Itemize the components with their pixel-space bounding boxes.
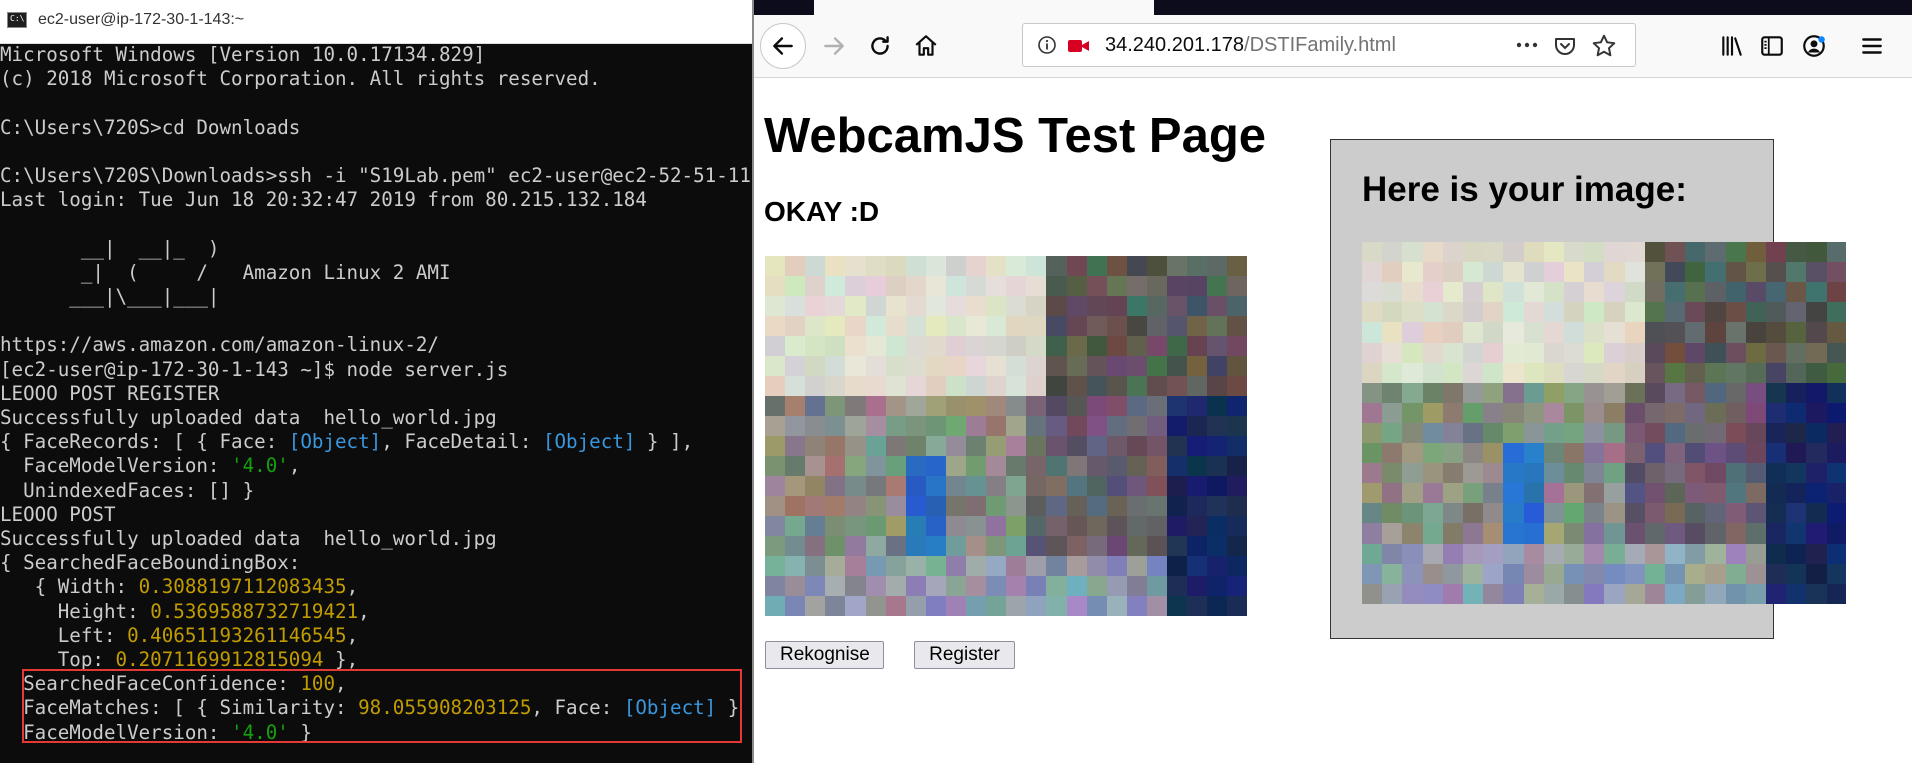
hamburger-menu-icon xyxy=(1859,33,1885,59)
terminal-line: Last login: Tue Jun 18 20:32:47 2019 fro… xyxy=(0,188,647,212)
home-icon xyxy=(913,33,939,59)
register-button[interactable]: Register xyxy=(914,641,1015,669)
forward-button[interactable] xyxy=(814,26,854,66)
terminal-line: Height: 0.5369588732719421, xyxy=(0,600,370,624)
info-icon[interactable] xyxy=(1037,35,1057,55)
url-text[interactable]: 34.240.201.178/DSTIFamily.html xyxy=(1105,34,1396,57)
terminal-line: Successfully uploaded data hello_world.j… xyxy=(0,406,497,430)
url-path: /DSTIFamily.html xyxy=(1244,34,1396,56)
terminal-line: { Width: 0.3088197112083435, xyxy=(0,575,358,599)
browser-window[interactable]: 34.240.201.178/DSTIFamily.html WebcamJS … xyxy=(754,0,1912,763)
terminal-output[interactable]: Microsoft Windows [Version 10.0.17134.82… xyxy=(0,43,752,763)
terminal-line: UnindexedFaces: [] } xyxy=(0,479,254,503)
terminal-window[interactable]: C:\ ec2-user@ip-172-30-1-143:~ Microsoft… xyxy=(0,0,752,763)
url-bar[interactable]: 34.240.201.178/DSTIFamily.html xyxy=(1022,23,1636,67)
terminal-titlebar[interactable]: C:\ ec2-user@ip-172-30-1-143:~ xyxy=(0,0,752,44)
back-button[interactable] xyxy=(760,23,806,69)
cmd-icon: C:\ xyxy=(7,12,27,28)
page-title: WebcamJS Test Page xyxy=(764,108,1266,164)
tab-strip xyxy=(754,0,1912,15)
pocket-icon[interactable] xyxy=(1553,34,1577,58)
terminal-line: Successfully uploaded data hello_world.j… xyxy=(0,527,497,551)
result-title: Here is your image: xyxy=(1362,170,1687,210)
active-tab[interactable] xyxy=(814,0,1154,15)
navigation-toolbar: 34.240.201.178/DSTIFamily.html xyxy=(754,15,1912,78)
url-host: 34.240.201.178 xyxy=(1105,34,1244,56)
terminal-line: _| ( / Amazon Linux 2 AMI xyxy=(0,261,451,285)
result-panel: Here is your image: xyxy=(1330,139,1774,639)
arrow-right-icon xyxy=(821,33,847,59)
match-result-highlight xyxy=(22,669,742,743)
menu-button[interactable] xyxy=(1852,26,1892,66)
camera-icon[interactable] xyxy=(1067,36,1091,56)
terminal-title: ec2-user@ip-172-30-1-143:~ xyxy=(38,11,244,29)
terminal-line: ___|\___|___| xyxy=(0,285,220,309)
status-text: OKAY :D xyxy=(764,196,879,228)
reload-icon xyxy=(867,33,893,59)
terminal-line: { SearchedFaceBoundingBox: xyxy=(0,551,300,575)
account-icon xyxy=(1801,33,1827,59)
captured-image xyxy=(1362,242,1846,604)
library-icon xyxy=(1719,33,1745,59)
terminal-line: [ec2-user@ip-172-30-1-143 ~]$ node serve… xyxy=(0,358,508,382)
account-button[interactable] xyxy=(1794,26,1834,66)
terminal-line: LEOOO POST xyxy=(0,503,116,527)
terminal-line: Microsoft Windows [Version 10.0.17134.82… xyxy=(0,43,485,67)
rekognise-button[interactable]: Rekognise xyxy=(765,641,884,669)
terminal-line: FaceModelVersion: '4.0', xyxy=(0,454,300,478)
webcam-live-view xyxy=(765,256,1247,616)
arrow-left-icon xyxy=(770,33,796,59)
terminal-line: C:\Users\720S\Downloads>ssh -i "S19Lab.p… xyxy=(0,164,797,188)
terminal-line: C:\Users\720S>cd Downloads xyxy=(0,116,300,140)
home-button[interactable] xyxy=(906,26,946,66)
terminal-line: Left: 0.40651193261146545, xyxy=(0,624,358,648)
page-content: WebcamJS Test Page OKAY :D Rekognise Reg… xyxy=(754,78,1912,763)
more-actions-icon[interactable] xyxy=(1513,34,1541,56)
terminal-line: { FaceRecords: [ { Face: [Object], FaceD… xyxy=(0,430,693,454)
reload-button[interactable] xyxy=(860,26,900,66)
terminal-line: (c) 2018 Microsoft Corporation. All righ… xyxy=(0,67,601,91)
bookmark-star-icon[interactable] xyxy=(1591,33,1617,59)
library-button[interactable] xyxy=(1712,26,1752,66)
terminal-line: https://aws.amazon.com/amazon-linux-2/ xyxy=(0,333,439,357)
terminal-line: __| __|_ ) xyxy=(0,237,220,261)
sidebar-button[interactable] xyxy=(1752,26,1792,66)
sidebar-icon xyxy=(1759,33,1785,59)
terminal-line: LEOOO POST REGISTER xyxy=(0,382,220,406)
